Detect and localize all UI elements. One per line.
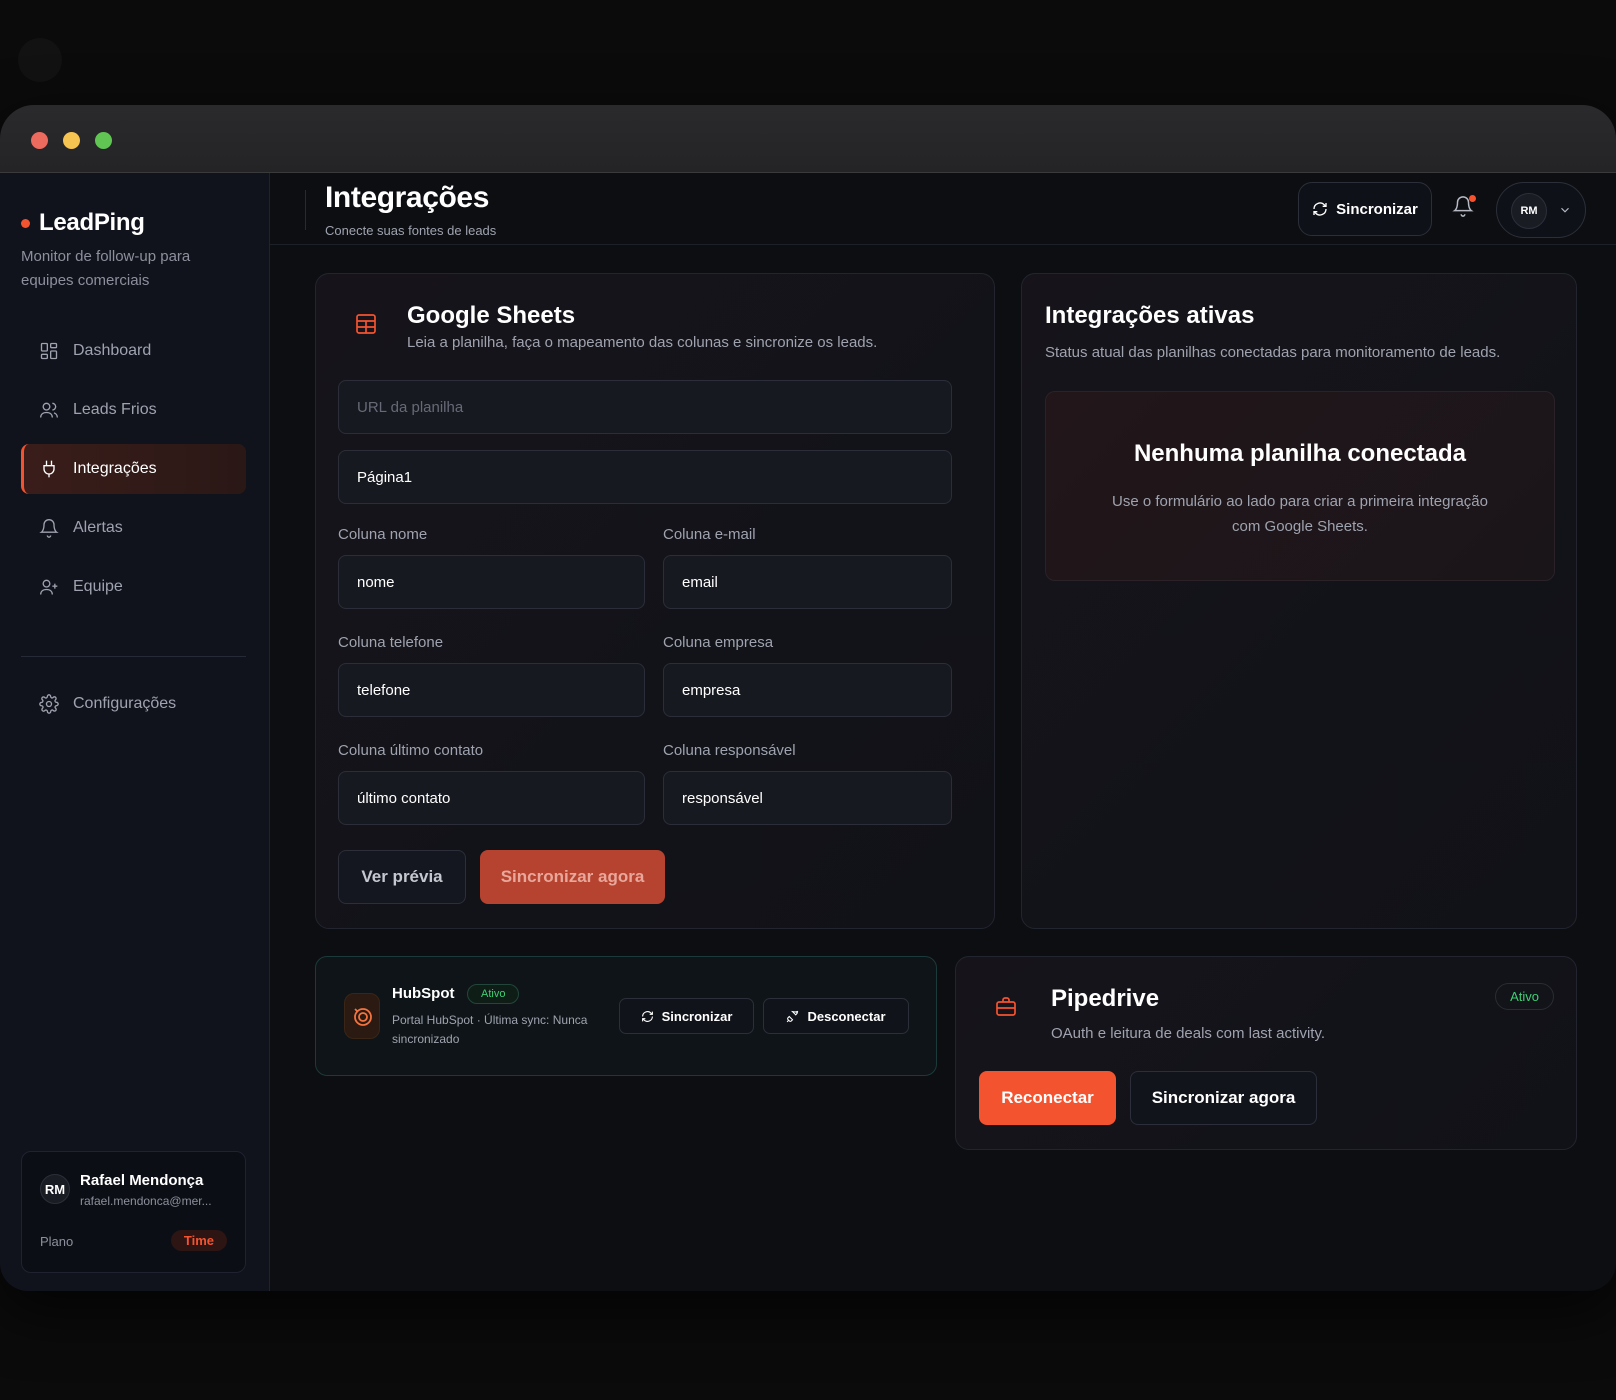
notification-dot	[1469, 195, 1476, 202]
sidebar-nav: Dashboard Leads Frios Integrações Alerta…	[21, 326, 246, 738]
user-plus-icon	[40, 579, 58, 595]
user-menu[interactable]: RM	[1496, 182, 1586, 238]
brand-name: LeadPing	[39, 209, 145, 236]
empty-state-title: Nenhuma planilha conectada	[1133, 440, 1467, 467]
card-title: Pipedrive	[1051, 985, 1160, 1012]
sidebar-item-dashboard[interactable]: Dashboard	[21, 326, 246, 376]
hubspot-logo	[344, 993, 380, 1039]
user-email: rafael.mendonca@mer...	[80, 1194, 212, 1208]
reconnect-button[interactable]: Reconectar	[979, 1071, 1116, 1125]
sidebar: LeadPing Monitor de follow-up para equip…	[0, 173, 270, 1291]
avatar: RM	[1511, 193, 1547, 229]
briefcase-icon	[996, 997, 1016, 1016]
card-description: Leia a planilha, faça o mapeamento das c…	[407, 334, 878, 351]
sidebar-item-label: Equipe	[73, 578, 123, 595]
column-owner-label: Coluna responsável	[663, 742, 796, 759]
sidebar-item-equipe[interactable]: Equipe	[21, 562, 246, 612]
avatar: RM	[40, 1174, 70, 1204]
card-title: Google Sheets	[407, 302, 576, 329]
window-titlebar	[0, 105, 1616, 173]
sidebar-item-label: Dashboard	[73, 342, 152, 359]
topbar: Integrações Conecte suas fontes de leads…	[270, 173, 1616, 245]
refresh-icon	[641, 1010, 653, 1022]
users-icon	[40, 402, 58, 418]
plan-label: Plano	[40, 1234, 74, 1249]
sidebar-item-label: Configurações	[73, 695, 177, 712]
sidebar-divider	[21, 656, 246, 657]
column-last-contact-input[interactable]	[338, 771, 645, 825]
column-owner-input[interactable]	[663, 771, 952, 825]
integration-meta: Portal HubSpot · Última sync: Nunca sinc…	[392, 1013, 588, 1046]
background-shape	[18, 38, 62, 82]
sheet-tab-input[interactable]	[338, 450, 952, 504]
preview-button[interactable]: Ver prévia	[338, 850, 466, 904]
column-name-input[interactable]	[338, 555, 645, 609]
button-label: Desconectar	[807, 1008, 886, 1024]
column-company-input[interactable]	[663, 663, 952, 717]
sidebar-item-leads-frios[interactable]: Leads Frios	[21, 385, 246, 435]
chevron-down-icon	[1561, 207, 1569, 213]
minimize-window-button[interactable]	[63, 132, 80, 149]
card-title: Integrações ativas	[1045, 302, 1255, 329]
column-phone-label: Coluna telefone	[338, 634, 444, 651]
hubspot-icon	[354, 1008, 372, 1026]
column-company-label: Coluna empresa	[663, 634, 774, 651]
brand-logo[interactable]: LeadPing	[21, 209, 145, 237]
status-badge: Ativo	[467, 984, 520, 1004]
user-name: Rafael Mendonça	[80, 1172, 204, 1189]
sidebar-item-label: Alertas	[73, 519, 123, 536]
sheet-url-input[interactable]	[338, 380, 952, 434]
column-last-contact-label: Coluna último contato	[338, 742, 484, 759]
notifications-button[interactable]	[1452, 195, 1478, 221]
refresh-icon	[1313, 202, 1327, 216]
sync-now-button[interactable]: Sincronizar agora	[480, 850, 665, 904]
plan-badge: Time	[170, 1230, 227, 1251]
gear-icon	[39, 694, 59, 714]
topbar-divider	[305, 190, 306, 230]
sidebar-item-alertas[interactable]: Alertas	[21, 503, 246, 553]
sidebar-item-label: Leads Frios	[73, 401, 157, 418]
hubspot-card: HubSpot Ativo Portal HubSpot · Última sy…	[315, 956, 937, 1076]
column-phone-input[interactable]	[338, 663, 645, 717]
column-email-label: Coluna e-mail	[663, 526, 756, 543]
hubspot-disconnect-button[interactable]: Desconectar	[763, 998, 909, 1034]
unplug-icon	[787, 1010, 799, 1022]
bell-icon	[39, 519, 59, 538]
integration-name: HubSpot	[392, 985, 455, 1002]
sidebar-item-label: Integrações	[73, 460, 157, 477]
app-window: LeadPing Monitor de follow-up para equip…	[0, 105, 1616, 1291]
sheet-icon	[356, 314, 376, 334]
card-description: OAuth e leitura de deals com last activi…	[1051, 1025, 1326, 1042]
page-subtitle: Conecte suas fontes de leads	[325, 223, 497, 238]
close-window-button[interactable]	[31, 132, 48, 149]
dashboard-icon	[40, 342, 58, 360]
status-badge: Ativo	[1495, 983, 1554, 1010]
sidebar-item-integracoes[interactable]: Integrações	[21, 444, 246, 494]
column-email-input[interactable]	[663, 555, 952, 609]
google-sheets-card: Google Sheets Leia a planilha, faça o ma…	[315, 273, 995, 929]
sync-button-label: Sincronizar	[1336, 200, 1418, 218]
active-integrations-card: Integrações ativas Status atual das plan…	[1021, 273, 1577, 929]
brand-tagline: Monitor de follow-up para equipes comerc…	[21, 248, 191, 289]
empty-state: Nenhuma planilha conectada Use o formulá…	[1045, 391, 1555, 581]
sync-button[interactable]: Sincronizar	[1298, 182, 1432, 236]
user-card[interactable]: RM Rafael Mendonça rafael.mendonca@mer..…	[21, 1151, 246, 1273]
button-label: Sincronizar	[661, 1008, 733, 1024]
pipedrive-sync-now-button[interactable]: Sincronizar agora	[1130, 1071, 1317, 1125]
empty-state-text: Use o formulário ao lado para criar a pr…	[1111, 493, 1488, 535]
hubspot-sync-button[interactable]: Sincronizar	[619, 998, 754, 1034]
maximize-window-button[interactable]	[95, 132, 112, 149]
plug-icon	[43, 460, 55, 478]
card-description: Status atual das planilhas conectadas pa…	[1045, 344, 1501, 361]
brand-dot-icon	[21, 218, 30, 228]
page-title: Integrações	[325, 181, 489, 214]
sidebar-item-configuracoes[interactable]: Configurações	[21, 679, 246, 729]
column-name-label: Coluna nome	[338, 526, 428, 543]
pipedrive-card: Pipedrive OAuth e leitura de deals com l…	[955, 956, 1577, 1150]
